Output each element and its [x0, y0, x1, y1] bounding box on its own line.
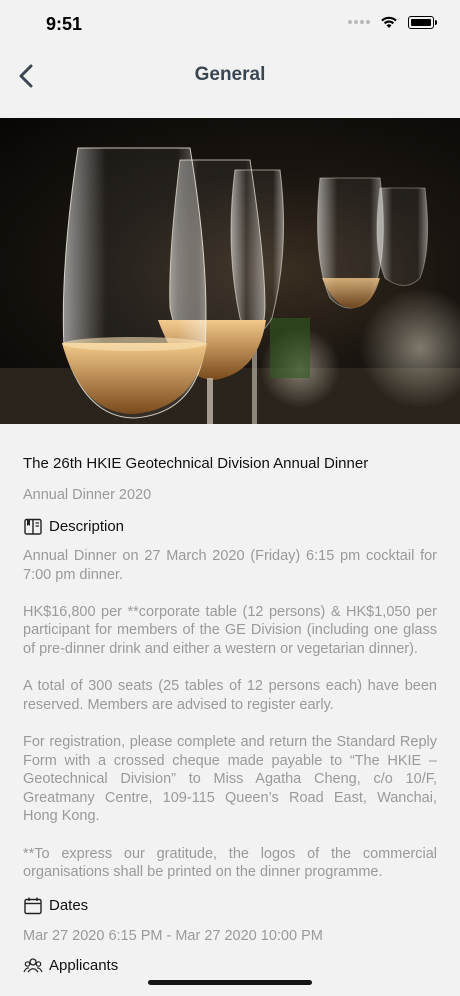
event-title: The 26th HKIE Geotechnical Division Annu… [23, 455, 369, 472]
navigation-bar: General [0, 50, 460, 118]
dates-header: Dates [23, 896, 437, 916]
description-paragraph: A total of 300 seats (25 tables of 12 pe… [23, 678, 437, 713]
description-paragraph: **To express our gratitude, the logos of… [23, 845, 437, 881]
dates-value: Mar 27 2020 6:15 PM - Mar 27 2020 10:00 … [23, 927, 323, 944]
dates-label: Dates [49, 896, 89, 914]
calendar-icon [24, 897, 42, 914]
description-paragraph: HK$16,800 per **corporate table (12 pers… [23, 603, 437, 657]
description-paragraph: Annual Dinner on 27 March 2020 (Friday) … [23, 548, 437, 583]
event-banner-image [0, 118, 460, 424]
description-header: Description [23, 517, 437, 537]
event-subtitle: Annual Dinner 2020 [23, 487, 152, 503]
book-icon [24, 518, 42, 535]
status-time: 9:51 [46, 14, 83, 34]
description-label: Description [49, 518, 125, 535]
applicants-label: Applicants [49, 956, 119, 974]
cellular-signal-icon [348, 20, 370, 24]
description-paragraph: For registration, please complete and re… [23, 733, 437, 825]
status-bar: 9:51 [0, 0, 460, 50]
battery-icon [408, 15, 437, 29]
status-icons [348, 15, 437, 29]
page-title: General [194, 64, 266, 85]
wifi-icon [381, 16, 397, 28]
event-details: The 26th HKIE Geotechnical Division Annu… [23, 424, 437, 976]
description-body: Annual Dinner on 27 March 2020 (Friday) … [23, 547, 437, 882]
applicants-header[interactable]: Applicants [23, 956, 437, 976]
people-icon [23, 958, 43, 973]
home-indicator[interactable] [148, 980, 312, 985]
